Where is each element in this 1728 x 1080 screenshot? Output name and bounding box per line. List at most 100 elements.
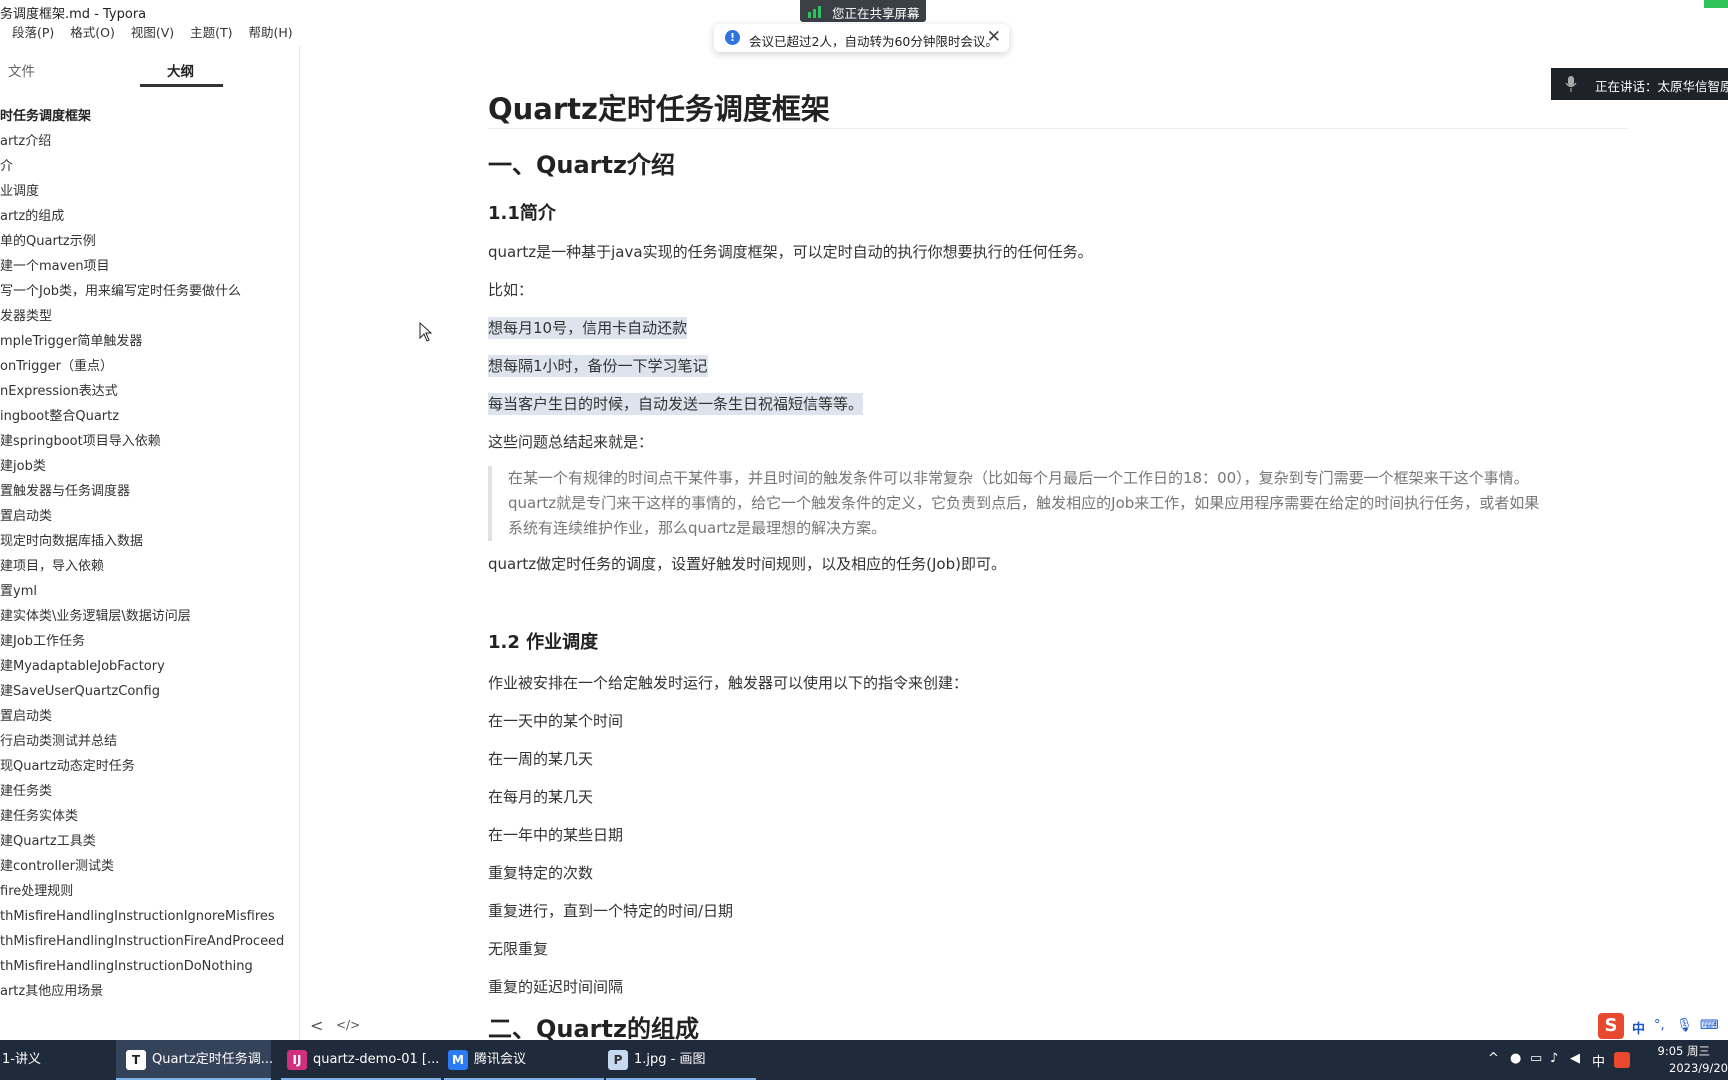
volume-icon[interactable]: ◀: [1570, 1051, 1580, 1066]
clock-date[interactable]: 2023/9/20: [1669, 1061, 1728, 1075]
menu-paragraph[interactable]: 段落(P): [12, 25, 54, 40]
para-summary: 这些问题总结起来就是：: [488, 433, 654, 451]
outline-item[interactable]: 建任务实体类: [0, 804, 299, 829]
outline-item[interactable]: 置启动类: [0, 504, 299, 529]
outline-item[interactable]: thMisfireHandlingInstructionDoNothing: [0, 954, 299, 979]
taskbar-item-notes[interactable]: 1-讲义: [0, 1040, 112, 1080]
tab-outline[interactable]: 大纲: [167, 60, 194, 80]
sogou-tray-icon[interactable]: [1614, 1052, 1630, 1068]
job-list-item: 在一年中的某些日期: [488, 826, 624, 844]
outline-item[interactable]: 现Quartz动态定时任务: [0, 754, 299, 779]
outline-item[interactable]: 建MyadaptableJobFactory: [0, 654, 299, 679]
quote-line-2: quartz就是专门来干这样的事情的，给它一个触发条件的定义，它负责到点后，触发…: [508, 494, 1540, 512]
outline-item[interactable]: 建Job工作任务: [0, 629, 299, 654]
ime-lang[interactable]: 中: [1632, 1018, 1645, 1037]
outline-item[interactable]: 建springboot项目导入依赖: [0, 429, 299, 454]
back-icon[interactable]: <: [310, 1016, 323, 1035]
outline-item[interactable]: thMisfireHandlingInstructionIgnoreMisfir…: [0, 904, 299, 929]
close-icon[interactable]: ✕: [987, 27, 1001, 47]
ime-punct[interactable]: °,: [1654, 1018, 1665, 1033]
microphone-tray-icon[interactable]: ●: [1510, 1051, 1521, 1066]
taskbar-item-typora[interactable]: T Quartz定时任务调...: [116, 1040, 274, 1080]
outline-item[interactable]: 建Quartz工具类: [0, 829, 299, 854]
outline-item[interactable]: artz的组成: [0, 204, 299, 229]
menu-help[interactable]: 帮助(H): [249, 25, 293, 40]
ime-keyboard-icon[interactable]: ⌨: [1700, 1018, 1719, 1033]
menu-theme[interactable]: 主题(T): [190, 25, 232, 40]
source-code-icon[interactable]: </>: [336, 1018, 360, 1032]
outline-item[interactable]: onTrigger（重点）: [0, 354, 299, 379]
menu-bar: 段落(P) 格式(O) 视图(V) 主题(T) 帮助(H): [0, 22, 293, 46]
signal-bars-icon: [808, 6, 821, 18]
outline-item[interactable]: 置触发器与任务调度器: [0, 479, 299, 504]
outline-item[interactable]: ingboot整合Quartz: [0, 404, 299, 429]
blockquote: 在某一个有规律的时间点干某件事，并且时间的触发条件可以非常复杂（比如每个月最后一…: [488, 466, 1628, 541]
outline-item[interactable]: artz介绍: [0, 129, 299, 154]
taskbar-item-label: quartz-demo-01 [...: [313, 1052, 440, 1067]
outline-item[interactable]: 置yml: [0, 579, 299, 604]
quote-line-3: 系统有连续维护作业，那么quartz是最理想的解决方案。: [508, 519, 887, 537]
tray-lang[interactable]: 中: [1592, 1051, 1605, 1070]
microphone-icon: [1565, 76, 1577, 92]
outline-item[interactable]: 建一个maven项目: [0, 254, 299, 279]
sidebar: 文件 大纲 时任务调度框架 artz介绍介业调度 artz的组成 单的Quartz示例…: [0, 46, 300, 1040]
outline-item[interactable]: nExpression表达式: [0, 379, 299, 404]
tab-active-indicator: [140, 84, 223, 87]
network-icon[interactable]: ▭: [1530, 1051, 1542, 1066]
paint-icon: P: [608, 1049, 628, 1070]
taskbar-item-label: 腾讯会议: [474, 1052, 527, 1067]
taskbar: 1-讲义 T Quartz定时任务调... IJ quartz-demo-01 [.…: [0, 1040, 1728, 1080]
heading-intro: 一、Quartz介绍: [488, 151, 675, 179]
speaking-text: 正在讲话：太原华信智原: [1595, 79, 1728, 94]
outline-item[interactable]: fire处理规则: [0, 879, 299, 904]
tencent-meeting-icon: M: [448, 1049, 468, 1070]
menu-format[interactable]: 格式(O): [70, 25, 115, 40]
system-tray: ^ ● ▭ ♪ ◀ 中 9:05 周三 2023/9/20: [1488, 1040, 1728, 1080]
outline-item[interactable]: 介: [0, 154, 299, 179]
intellij-icon: IJ: [287, 1049, 307, 1070]
outline-item[interactable]: 写一个Job类，用来编写定时任务要做什么: [0, 279, 299, 304]
job-list-item: 无限重复: [488, 940, 549, 958]
outline-item[interactable]: mpleTrigger简单触发器: [0, 329, 299, 354]
outline-item[interactable]: 现定时向数据库插入数据: [0, 529, 299, 554]
clock-time[interactable]: 9:05 周三: [1658, 1043, 1710, 1059]
taskbar-item-meeting[interactable]: M 腾讯会议: [444, 1040, 604, 1080]
screen-share-banner[interactable]: 您正在共享屏幕: [800, 0, 926, 22]
quote-line-1: 在某一个有规律的时间点干某件事，并且时间的触发条件可以非常复杂（比如每个月最后一…: [508, 469, 1529, 487]
doc-title: Quartz定时任务调度框架: [488, 86, 1628, 129]
heading-job: 1.2 作业调度: [488, 632, 599, 653]
heading-brief: 1.1简介: [488, 203, 556, 224]
mouse-cursor-icon: [419, 322, 433, 342]
outline-item[interactable]: 发器类型: [0, 304, 299, 329]
outline-item[interactable]: 业调度: [0, 179, 299, 204]
outline-item[interactable]: 建SaveUserQuartzConfig: [0, 679, 299, 704]
outline-item[interactable]: 行启动类测试并总结: [0, 729, 299, 754]
outline-item[interactable]: 时任务调度框架: [0, 104, 299, 129]
job-list-item: 重复进行，直到一个特定的时间/日期: [488, 902, 734, 920]
taskbar-item-label: 1.jpg - 画图: [634, 1052, 706, 1067]
document[interactable]: Quartz定时任务调度框架 一、Quartz介绍 1.1简介 quartz是一…: [488, 86, 1628, 1044]
taskbar-item-label: Quartz定时任务调...: [152, 1052, 274, 1067]
menu-view[interactable]: 视图(V): [131, 25, 174, 40]
outline-item[interactable]: thMisfireHandlingInstructionFireAndProce…: [0, 929, 299, 954]
outline-item[interactable]: 建实体类\业务逻辑层\数据访问层: [0, 604, 299, 629]
notification-bell-icon[interactable]: ♪: [1550, 1051, 1558, 1066]
taskbar-item-idea[interactable]: IJ quartz-demo-01 [...: [281, 1040, 441, 1080]
sogou-logo-icon: S: [1598, 1013, 1624, 1039]
tab-files[interactable]: 文件: [8, 60, 35, 80]
ime-mic-icon[interactable]: 🎙: [1676, 1018, 1693, 1033]
outline-item[interactable]: 建项目，导入依赖: [0, 554, 299, 579]
outline-item[interactable]: 建controller测试类: [0, 854, 299, 879]
outline-item[interactable]: artz其他应用场景: [0, 979, 299, 1004]
job-list: 在一天中的某个时间 在一周的某几天 在每月的某几天 在一年中的某些日期 重复特定的次数重…: [488, 711, 1628, 997]
outline-item[interactable]: 置启动类: [0, 704, 299, 729]
taskbar-item-paint[interactable]: P 1.jpg - 画图: [606, 1040, 756, 1080]
outline-item[interactable]: 建任务类: [0, 779, 299, 804]
ime-toolbar[interactable]: S 中 °, 🎙 ⌨: [1598, 1012, 1728, 1040]
share-banner-text: 您正在共享屏幕: [832, 6, 920, 21]
outline-item[interactable]: 单的Quartz示例: [0, 229, 299, 254]
job-list-item: 在一天中的某个时间: [488, 712, 624, 730]
info-icon: !: [725, 30, 740, 45]
chevron-up-icon[interactable]: ^: [1488, 1051, 1499, 1066]
outline-item[interactable]: 建job类: [0, 454, 299, 479]
